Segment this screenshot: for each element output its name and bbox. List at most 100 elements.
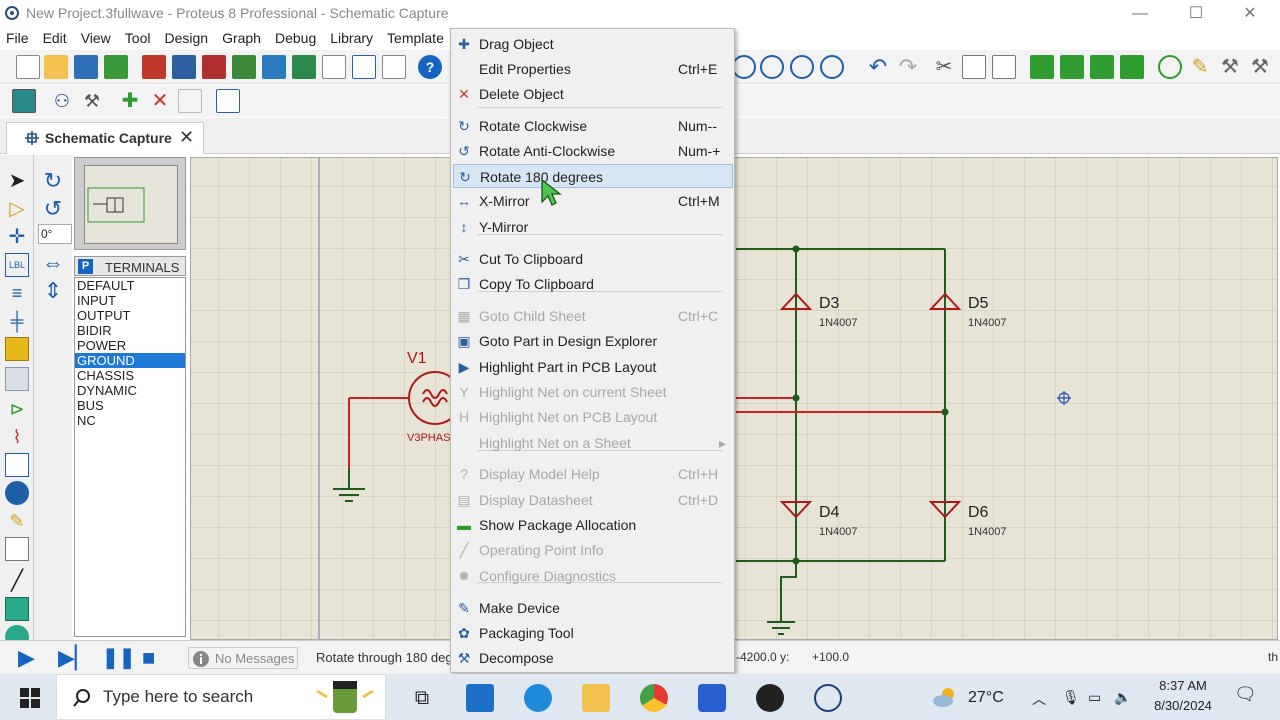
file-explorer-icon[interactable] [582, 684, 610, 712]
terminal-item[interactable]: CHASSIS [75, 368, 185, 383]
menu-item-copy-to-clipboard[interactable]: ❐ Copy To Clipboard [453, 272, 733, 296]
remove-sheet-icon[interactable]: ✕ [148, 89, 172, 113]
play-icon[interactable]: ▶ [18, 647, 42, 669]
messages-panel[interactable]: No Messages [188, 647, 298, 669]
zoom-all-icon[interactable] [790, 55, 814, 79]
rotate-anticlockwise-icon[interactable]: ↺ [41, 197, 65, 221]
pcb-icon[interactable] [202, 55, 226, 79]
voltage-probe-icon[interactable]: ✎ [5, 509, 29, 533]
open-folder-icon[interactable] [44, 55, 68, 79]
menu-item-show-package-allocation[interactable]: ▬ Show Package Allocation [453, 513, 733, 537]
tab-schematic-capture[interactable]: Schematic Capture ✕ [6, 122, 204, 154]
menu-view[interactable]: View [74, 28, 118, 46]
import-icon[interactable] [104, 55, 128, 79]
schematic-icon[interactable] [172, 55, 196, 79]
exit-to-parent-icon[interactable] [178, 89, 202, 113]
menu-file[interactable]: File [0, 28, 36, 46]
menu-template[interactable]: Template [380, 28, 451, 46]
notes-icon[interactable] [382, 55, 406, 79]
subcircuit-icon[interactable] [5, 337, 29, 361]
undo-icon[interactable]: ↶ [866, 55, 890, 79]
cut-icon[interactable]: ✂ [932, 55, 956, 79]
menu-item-x-mirror[interactable]: ↔ X-Mirror Ctrl+M [453, 189, 733, 213]
wire-autorouter-icon[interactable] [12, 89, 36, 113]
stop-icon[interactable]: ■ [142, 647, 166, 669]
menu-edit[interactable]: Edit [36, 28, 74, 46]
menu-item-packaging-tool[interactable]: ✿ Packaging Tool [453, 621, 733, 645]
zoom-in-icon[interactable] [732, 55, 756, 79]
generator-icon[interactable] [5, 481, 29, 505]
packaging-tool-icon[interactable]: ⚒ [1218, 55, 1242, 79]
menu-item-rotate-anti-clockwise[interactable]: ↺ Rotate Anti-Clockwise Num-+ [453, 139, 733, 163]
step-icon[interactable]: ▶▏ [58, 647, 92, 669]
virtual-instruments-icon[interactable] [5, 537, 29, 561]
terminal-item[interactable]: DYNAMIC [75, 383, 185, 398]
menu-item-delete-object[interactable]: ✕ Delete Object [453, 82, 733, 106]
zoom-out-icon[interactable] [760, 55, 784, 79]
menu-item-cut-to-clipboard[interactable]: ✂ Cut To Clipboard [453, 247, 733, 271]
x-mirror-icon[interactable]: ⇔ [41, 251, 65, 275]
box-tool-icon[interactable] [5, 597, 29, 621]
mail-icon[interactable] [466, 684, 494, 712]
3d-viewer-icon[interactable] [232, 55, 256, 79]
zoom-area-icon[interactable] [820, 55, 844, 79]
menu-item-rotate-180-degrees[interactable]: ↻ Rotate 180 degrees [453, 164, 733, 188]
save-icon[interactable] [74, 55, 98, 79]
block-rotate-icon[interactable] [1090, 55, 1114, 79]
menu-item-edit-properties[interactable]: Edit Properties Ctrl+E [453, 57, 733, 81]
menu-item-y-mirror[interactable]: ↕ Y-Mirror [453, 215, 733, 239]
chrome-icon[interactable] [640, 684, 668, 712]
terminal-item[interactable]: NC [75, 413, 185, 428]
home-icon[interactable] [142, 55, 166, 79]
help-icon[interactable]: ? [418, 55, 442, 79]
paste-icon[interactable] [992, 55, 1016, 79]
line-tool-icon[interactable]: ╱ [5, 569, 29, 593]
component-mode-icon[interactable]: ▷ [5, 197, 29, 221]
overview-window[interactable] [74, 157, 186, 250]
make-device-icon[interactable]: ✎ [1188, 55, 1212, 79]
taskbar-search[interactable]: Type here to search [56, 674, 386, 720]
terminal-item[interactable]: BIDIR [75, 323, 185, 338]
pick-device-icon[interactable] [1158, 55, 1182, 79]
recorder-app-icon[interactable] [756, 684, 784, 712]
menu-graph[interactable]: Graph [215, 28, 268, 46]
menu-item-drag-object[interactable]: ✚ Drag Object [453, 32, 733, 56]
menu-item-goto-part-in-design-explorer[interactable]: ▣ Goto Part in Design Explorer [453, 329, 733, 353]
junction-dot-icon[interactable]: ✛ [5, 225, 29, 249]
terminal-item[interactable]: INPUT [75, 293, 185, 308]
terminal-item[interactable]: OUTPUT [75, 308, 185, 323]
y-mirror-icon[interactable]: ⇕ [41, 279, 65, 303]
pick-badge[interactable]: P [78, 259, 93, 274]
menu-library[interactable]: Library [323, 28, 380, 46]
minimize-button[interactable]: — [1112, 0, 1168, 28]
gerber-icon[interactable] [262, 55, 286, 79]
menu-item-decompose[interactable]: ⚒ Decompose [453, 646, 733, 670]
terminal-item-selected[interactable]: GROUND [75, 353, 185, 368]
task-view-icon[interactable]: ⧉ [408, 684, 436, 712]
menu-debug[interactable]: Debug [268, 28, 323, 46]
search-part-icon[interactable]: ⚇ [50, 89, 74, 113]
terminals-mode-icon[interactable] [5, 367, 29, 391]
notifications-icon[interactable]: 🗨 [1234, 684, 1257, 705]
design-explorer-icon[interactable] [292, 55, 316, 79]
tape-recorder-icon[interactable] [5, 453, 29, 477]
property-assignment-icon[interactable]: ⚒ [80, 89, 104, 113]
new-sheet-icon[interactable]: ✚ [118, 89, 142, 113]
menu-item-highlight-part-in-pcb-layout[interactable]: ▶ Highlight Part in PCB Layout [453, 355, 733, 379]
block-move-icon[interactable] [1060, 55, 1084, 79]
maximize-button[interactable]: ☐ [1168, 0, 1224, 28]
menu-item-rotate-clockwise[interactable]: ↻ Rotate Clockwise Num-- [453, 114, 733, 138]
close-tab-button[interactable]: ✕ [179, 127, 194, 148]
buses-icon[interactable]: ╪ [5, 309, 29, 333]
electrical-rules-check-icon[interactable] [216, 89, 240, 113]
volume-icon[interactable]: 🔈 [1114, 689, 1131, 706]
wire-label-icon[interactable]: LBL [5, 253, 29, 277]
bill-of-materials-icon[interactable] [322, 55, 346, 79]
microphone-icon[interactable]: 🎙 [1062, 689, 1080, 706]
weather-icon[interactable] [930, 684, 962, 712]
pause-icon[interactable]: ❚❚ [102, 647, 136, 669]
menu-item-make-device[interactable]: ✎ Make Device [453, 596, 733, 620]
close-window-button[interactable]: ✕ [1222, 0, 1278, 28]
rotate-clockwise-icon[interactable]: ↻ [41, 169, 65, 193]
selection-mode-icon[interactable]: ➤ [5, 169, 29, 193]
